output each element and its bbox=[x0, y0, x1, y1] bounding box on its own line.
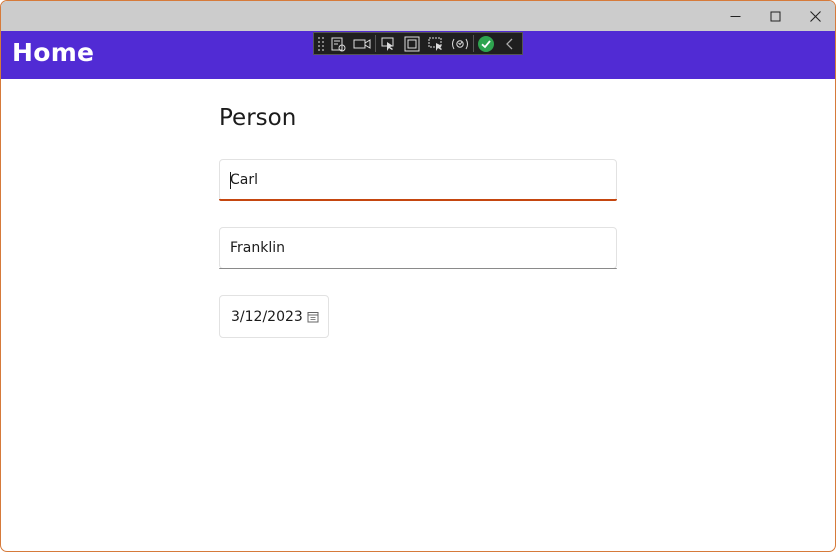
close-icon bbox=[809, 10, 821, 22]
person-heading: Person bbox=[219, 105, 297, 131]
calendar-icon bbox=[307, 312, 319, 323]
xaml-runtime-toolbar bbox=[313, 32, 523, 55]
maximize-icon bbox=[770, 11, 780, 21]
focus-underline bbox=[219, 199, 617, 201]
hot-reload-icon[interactable] bbox=[448, 33, 472, 54]
page-content: Person 3/12/2023 bbox=[1, 79, 835, 551]
field-underline bbox=[219, 268, 617, 269]
first-name-field[interactable] bbox=[219, 159, 617, 201]
last-name-field[interactable] bbox=[219, 227, 617, 269]
collapse-chevron-icon[interactable] bbox=[498, 33, 522, 54]
checkmark-icon[interactable] bbox=[474, 33, 498, 54]
toolbar-separator bbox=[472, 35, 474, 52]
date-value: 3/12/2023 bbox=[231, 308, 303, 325]
date-picker[interactable]: 3/12/2023 bbox=[219, 295, 329, 338]
title-bar[interactable] bbox=[1, 1, 835, 31]
maximize-button[interactable] bbox=[755, 1, 795, 31]
minimize-icon bbox=[730, 15, 740, 17]
app-window: Home Person Carl Franklin 3/12/2023 bbox=[0, 0, 836, 552]
video-capture-icon[interactable] bbox=[350, 33, 374, 54]
track-focus-icon[interactable] bbox=[424, 33, 448, 54]
select-element-icon[interactable] bbox=[377, 33, 401, 54]
page-title: Home bbox=[12, 38, 95, 67]
first-name-input[interactable] bbox=[220, 160, 616, 200]
minimize-button[interactable] bbox=[715, 1, 755, 31]
text-caret bbox=[230, 172, 231, 189]
display-layout-adorners-icon[interactable] bbox=[400, 33, 424, 54]
last-name-input[interactable] bbox=[220, 228, 616, 268]
toolbar-separator bbox=[374, 35, 376, 52]
toolbar-grip[interactable] bbox=[317, 35, 327, 52]
live-visual-tree-icon[interactable] bbox=[326, 33, 350, 54]
close-button[interactable] bbox=[795, 1, 835, 31]
